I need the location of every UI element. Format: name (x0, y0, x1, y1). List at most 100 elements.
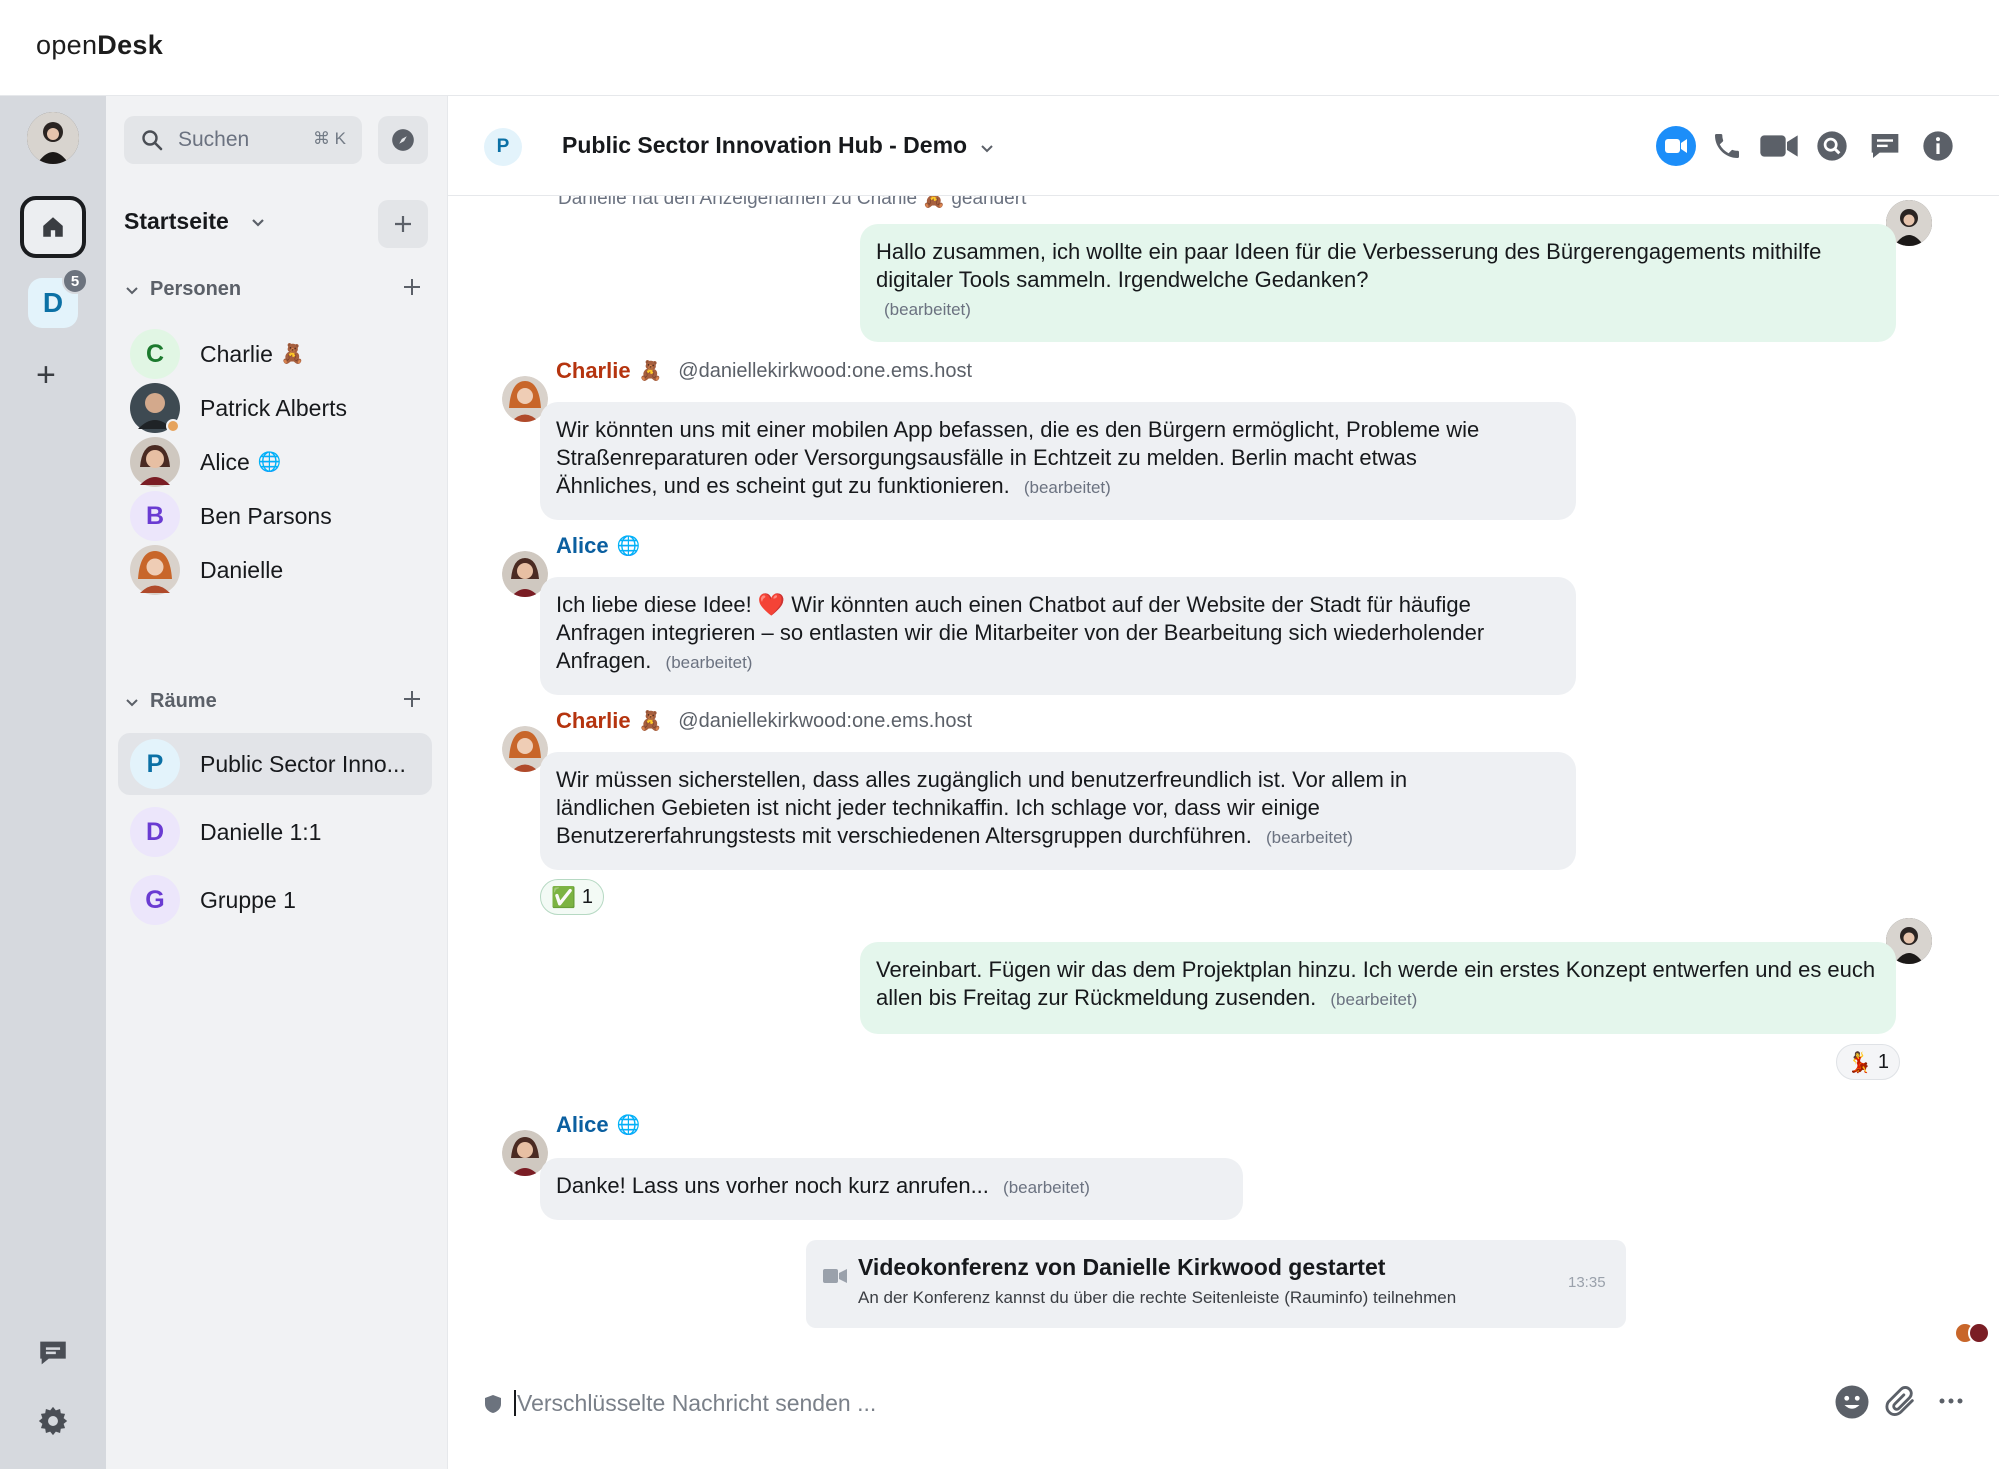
video-call-button[interactable] (1656, 126, 1696, 166)
people-item-label: Danielle (200, 556, 284, 583)
reaction-pill[interactable]: ✅ 1 (540, 879, 605, 915)
people-item-label: Alice (200, 448, 250, 475)
message-bubble[interactable]: Danke! Lass uns vorher noch kurz anrufen… (540, 1158, 1243, 1220)
reaction-emoji: ✅ (551, 886, 576, 909)
reaction-pill[interactable]: 💃 1 (1836, 1044, 1901, 1080)
avatar: C (130, 329, 180, 379)
avatar: B (130, 491, 180, 541)
section-people[interactable]: Personen (124, 278, 241, 301)
message-bubble[interactable]: Hallo zusammen, ich wollte ein paar Idee… (860, 224, 1896, 342)
brand-logo: openDesk (36, 30, 164, 60)
chevron-down-icon (126, 286, 138, 294)
avatar (130, 545, 180, 595)
message-text: Danke! Lass uns vorher noch kurz anrufen… (556, 1173, 989, 1198)
chevron-down-icon[interactable] (978, 139, 996, 157)
plus-icon (404, 691, 420, 707)
call-subtitle: An der Konferenz kannst du über die rech… (858, 1288, 1457, 1307)
create-space-button[interactable]: + (36, 358, 56, 392)
sender-id: @daniellekirkwood:one.ems.host (678, 709, 973, 732)
room-search-button[interactable] (1812, 126, 1852, 166)
voice-call-button[interactable] (1707, 126, 1747, 166)
people-item-ben[interactable]: B Ben Parsons (118, 485, 432, 547)
sender-name[interactable]: Alice 🌐 (556, 1112, 640, 1138)
room-item-label: Danielle 1:1 (200, 818, 322, 845)
shield-icon (485, 1395, 501, 1413)
sender-id: @daniellekirkwood:one.ems.host (678, 359, 973, 382)
search-icon (142, 130, 163, 151)
edited-label[interactable]: (bearbeitet) (1003, 1178, 1090, 1197)
status-emoji: 🧸 (280, 344, 305, 365)
search-button[interactable]: Suchen ⌘ K (124, 116, 362, 164)
app-topbar: openDesk (0, 0, 1999, 96)
threads-icon (1871, 134, 1899, 158)
people-item-label: Charlie (200, 340, 273, 367)
message-bubble[interactable]: Wir müssen sicherstellen, dass alles zug… (540, 752, 1576, 870)
more-options-button[interactable] (1934, 1386, 1968, 1421)
read-receipts[interactable] (1954, 1322, 1992, 1346)
message-bubble[interactable]: Vereinbart. Fügen wir das dem Projektpla… (860, 942, 1896, 1034)
chevron-down-icon[interactable] (248, 212, 268, 232)
settings-button[interactable] (36, 1404, 70, 1443)
threads-button[interactable] (1865, 126, 1905, 166)
attachment-icon (1885, 1386, 1914, 1416)
explore-rooms-button[interactable] (378, 116, 428, 164)
edited-label[interactable]: (bearbeitet) (1266, 828, 1353, 847)
room-item-label: Public Sector Inno... (200, 750, 406, 777)
avatar: G (130, 875, 180, 925)
room-name[interactable]: Public Sector Innovation Hub - Demo (562, 132, 967, 159)
message-text: Wir könnten uns mit einer mobilen App be… (556, 417, 1480, 498)
edited-label[interactable]: (bearbeitet) (884, 300, 971, 319)
attachment-button[interactable] (1884, 1384, 1918, 1425)
chevron-down-icon (126, 698, 138, 706)
edited-label[interactable]: (bearbeitet) (1024, 478, 1111, 497)
people-item-label: Ben Parsons (200, 502, 332, 529)
people-item-danielle[interactable]: Danielle (118, 539, 432, 601)
call-event-card[interactable]: Videokonferenz von Danielle Kirkwood ges… (806, 1240, 1626, 1328)
section-rooms[interactable]: Räume (124, 690, 217, 713)
threads-button[interactable] (36, 1336, 70, 1375)
search-shortcut: ⌘ K (312, 129, 346, 148)
home-add-button[interactable] (378, 200, 428, 248)
people-item-charlie[interactable]: C Charlie 🧸 (118, 323, 432, 385)
room-info-button[interactable] (1918, 126, 1958, 166)
sender-name[interactable]: Charlie 🧸 @daniellekirkwood:one.ems.host (556, 358, 972, 384)
people-item-alice[interactable]: Alice 🌐 (118, 431, 432, 493)
video-icon (823, 1269, 847, 1283)
status-emoji: 🌐 (257, 452, 282, 473)
home-icon (43, 217, 63, 237)
room-view: P Public Sector Innovation Hub - Demo Da… (447, 96, 1999, 1469)
reaction-emoji: 💃 (1847, 1051, 1872, 1074)
message-bubble[interactable]: Ich liebe diese Idee! ❤️ Wir könnten auc… (540, 577, 1576, 695)
sender-name[interactable]: Charlie 🧸 @daniellekirkwood:one.ems.host (556, 708, 972, 734)
room-avatar[interactable]: P (484, 128, 522, 166)
user-avatar[interactable] (27, 112, 79, 164)
edited-label[interactable]: (bearbeitet) (1330, 990, 1417, 1009)
message-bubble[interactable]: Wir könnten uns mit einer mobilen App be… (540, 402, 1576, 520)
add-room-button[interactable] (402, 686, 422, 714)
edited-label[interactable]: (bearbeitet) (666, 653, 753, 672)
emoji-button[interactable] (1834, 1384, 1870, 1425)
camera-button[interactable] (1759, 126, 1799, 166)
message-timeline: Danielle hat den Anzeigenamen zu Charlie… (448, 196, 1999, 1346)
message-input[interactable]: Verschlüsselte Nachricht senden ... (514, 1390, 876, 1417)
sender-name[interactable]: Alice 🌐 (556, 533, 640, 559)
threads-icon (40, 1341, 66, 1365)
people-item-patrick[interactable]: Patrick Alberts (118, 377, 432, 439)
avatar (130, 437, 180, 487)
room-item-public-sector[interactable]: P Public Sector Inno... (118, 733, 432, 795)
home-button[interactable] (20, 196, 86, 258)
room-item-gruppe[interactable]: G Gruppe 1 (118, 869, 432, 931)
membership-notice: Danielle hat den Anzeigenamen zu Charlie… (558, 196, 1027, 209)
add-person-button[interactable] (402, 274, 422, 302)
info-icon (1923, 131, 1953, 161)
plus-icon (395, 216, 411, 232)
avatar: D (130, 807, 180, 857)
room-item-label: Gruppe 1 (200, 886, 296, 913)
message-composer: Verschlüsselte Nachricht senden ... (448, 1346, 1999, 1469)
home-title[interactable]: Startseite (124, 208, 229, 235)
room-list-panel: Suchen ⌘ K Startseite Personen C Charlie… (106, 96, 447, 1469)
space-rail: D 5 + (0, 96, 106, 1469)
plus-icon (404, 279, 420, 295)
room-item-danielle[interactable]: D Danielle 1:1 (118, 801, 432, 863)
reaction-count: 1 (1877, 1050, 1890, 1073)
